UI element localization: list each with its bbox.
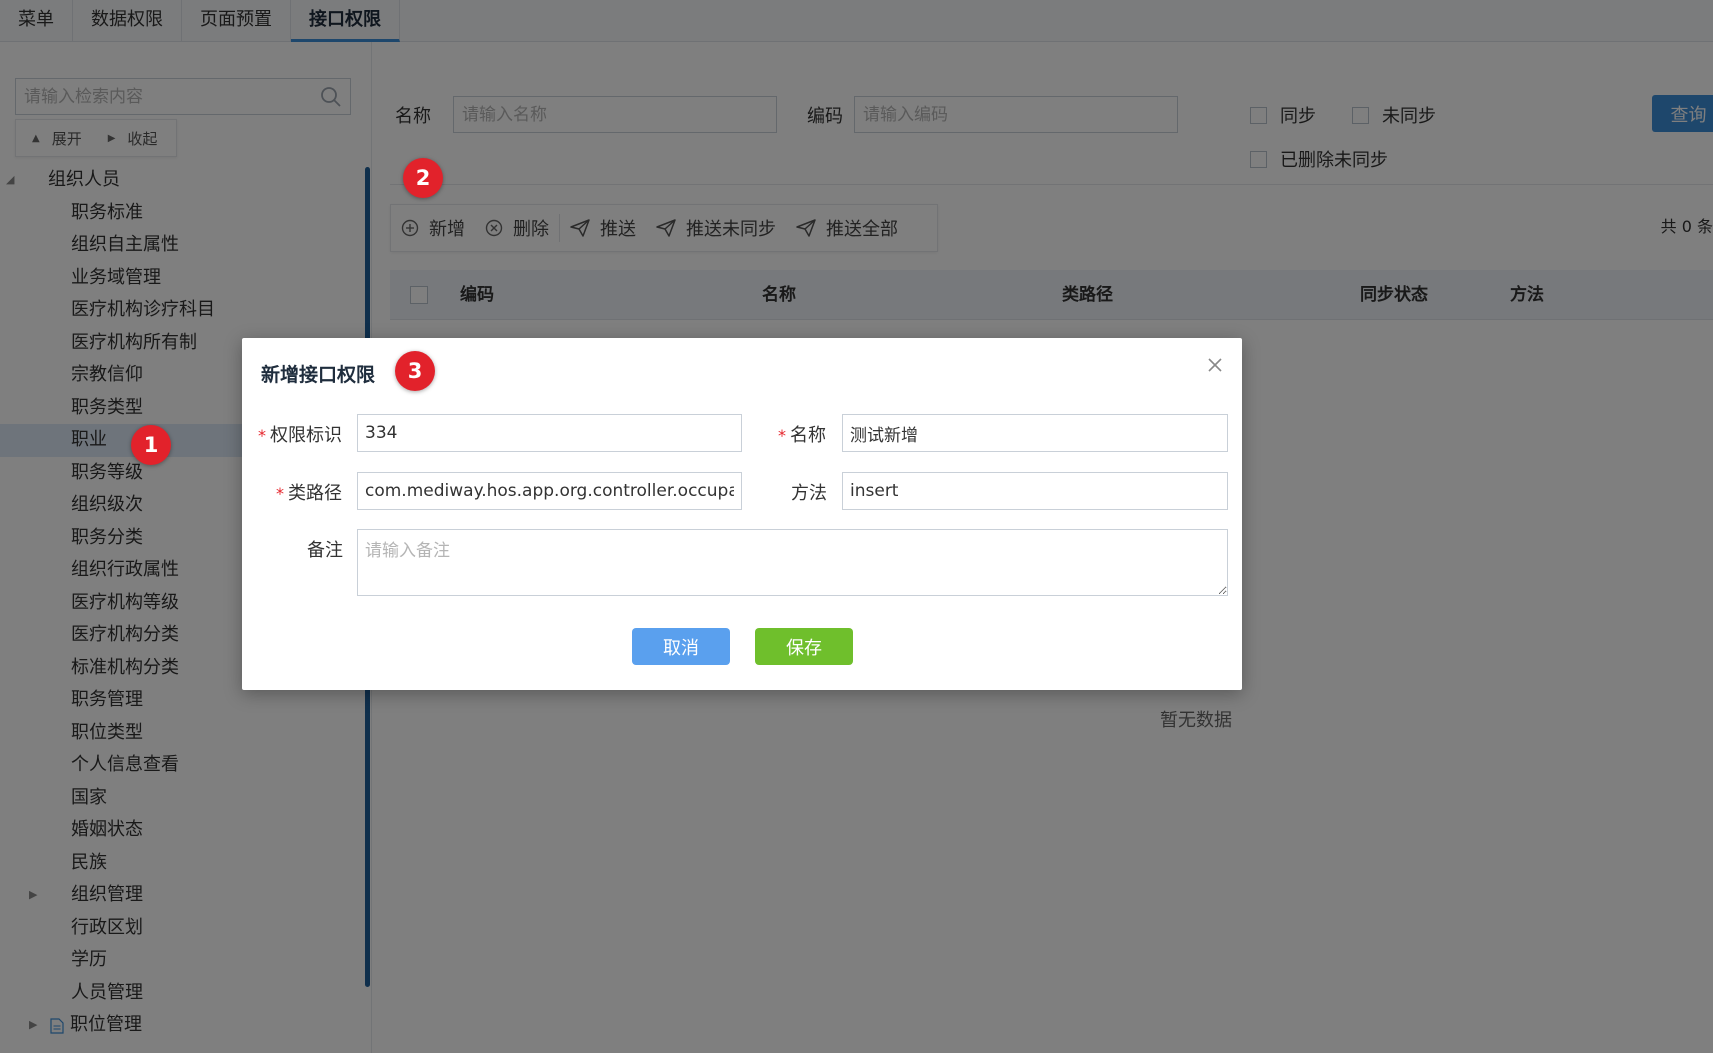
- save-button[interactable]: 保存: [755, 628, 853, 665]
- dialog-title: 新增接口权限: [261, 364, 376, 386]
- class-path-label: * 类路径: [276, 483, 342, 504]
- add-api-permission-dialog: 新增接口权限 *权限标识 *名称 *类路径 方法 备注 取消 保存: [242, 338, 1242, 690]
- name-label: * 名称: [778, 425, 826, 446]
- close-icon[interactable]: [1206, 356, 1224, 374]
- method-field[interactable]: [842, 472, 1228, 510]
- required-marker: *: [258, 426, 266, 445]
- method-label: 方法: [791, 483, 827, 504]
- remark-textarea[interactable]: [357, 529, 1228, 596]
- required-marker: *: [276, 484, 284, 503]
- remark-label: 备注: [307, 540, 343, 561]
- required-marker: *: [778, 426, 786, 445]
- class-path-field[interactable]: [357, 472, 742, 510]
- step-badge-1: 1: [131, 425, 171, 465]
- name-field[interactable]: [842, 414, 1228, 452]
- step-badge-3: 3: [395, 351, 435, 391]
- permission-id-label: * 权限标识: [258, 425, 342, 446]
- permission-id-field[interactable]: [357, 414, 742, 452]
- cancel-button[interactable]: 取消: [632, 628, 730, 665]
- step-badge-2: 2: [403, 158, 443, 198]
